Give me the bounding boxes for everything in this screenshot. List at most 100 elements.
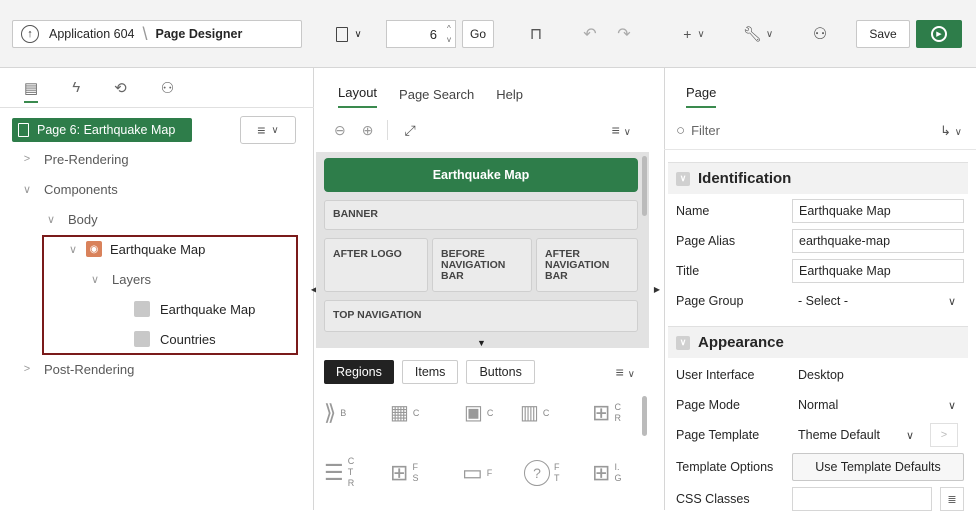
right-splitter[interactable]: ▶ [652, 68, 662, 510]
play-icon: ▶ [931, 26, 947, 42]
tab-page[interactable]: Page [686, 85, 717, 108]
page-icon [336, 26, 349, 42]
tree-item-layers[interactable]: ∨ Layers [88, 264, 151, 294]
region-gallery: ⟫ B ▦ C ▣ C ▥ C ⊞ C R ☰ C T R ⊞ F S ▭ F ? F T ⊞ I.… [316, 392, 649, 510]
gallery-item-interactive-grid[interactable]: ⊞ I. G [592, 460, 621, 486]
title-field[interactable]: Earthquake Map [792, 259, 964, 283]
expand-icon[interactable]: ⤢ [404, 122, 415, 139]
redo-icon[interactable]: ↷ [612, 20, 636, 48]
chevron-down-icon: ∨ [22, 183, 32, 196]
prop-user-interface: User Interface Desktop [668, 360, 964, 390]
tree-item-components[interactable]: ∨ Components [20, 174, 118, 204]
position-after-navigation-bar[interactable]: AFTER NAVIGATION BAR [536, 238, 638, 292]
menu-icon[interactable]: ≡ ∨ [616, 364, 635, 380]
chevron-down-icon: ∨ [905, 429, 914, 442]
page-title-bar[interactable]: Earthquake Map [324, 158, 638, 192]
undo-icon[interactable]: ↶ [578, 20, 602, 48]
chevron-down-icon: ∨ [676, 171, 690, 186]
zoom-out-icon[interactable]: ⊖ [334, 122, 346, 139]
page-number-input[interactable]: 6 ^ v [386, 20, 456, 48]
middle-tabbar: Layout Page Search Help [316, 68, 649, 108]
chevron-right-icon: > [23, 153, 31, 165]
loop-icon[interactable]: ⟲ [114, 79, 127, 97]
tree-item-pre-rendering[interactable]: > Pre-Rendering [20, 144, 129, 174]
gallery-item-cards[interactable]: ▣ C [464, 400, 493, 425]
menu-icon[interactable]: ≡ ∨ [612, 122, 631, 138]
goto-group-icon[interactable]: ↳ ∨ [940, 123, 962, 139]
position-before-navigation-bar[interactable]: BEFORE NAVIGATION BAR [432, 238, 532, 292]
tree-item-post-rendering[interactable]: > Post-Rendering [20, 354, 135, 384]
gallery-item-help-text[interactable]: ? F T [524, 460, 560, 486]
utilities-wrench-icon[interactable]: 🔧︎ ∨ [736, 20, 780, 48]
shared-components-icon[interactable]: ⚇ [806, 20, 834, 48]
stepper-icon[interactable]: ^ v [447, 23, 451, 45]
layout-canvas: Earthquake Map BANNER AFTER LOGO BEFORE … [316, 152, 649, 348]
tab-page-search[interactable]: Page Search [399, 87, 474, 108]
left-tabbar: ▤ ϟ ⟲ ⚇ [0, 68, 314, 108]
share-icon[interactable]: ⚇ [161, 79, 174, 97]
prop-title: Title Earthquake Map [668, 256, 964, 286]
group-identification[interactable]: ∨ Identification [668, 162, 968, 194]
gallery-scrollbar[interactable] [642, 396, 647, 436]
tab-items[interactable]: Items [401, 360, 459, 384]
tab-help[interactable]: Help [496, 87, 523, 108]
lightning-icon[interactable]: ϟ [72, 79, 80, 96]
grid-icon: ⊞ [592, 460, 611, 485]
tab-regions[interactable]: Regions [324, 360, 394, 384]
card-icon: ▣ [464, 402, 483, 424]
chevron-down-icon: ∨ [68, 243, 78, 256]
tree-item-layer-earthquake-map[interactable]: Earthquake Map [134, 294, 255, 324]
chevron-down-icon: ∨ [271, 124, 279, 136]
canvas-scrollbar[interactable] [642, 156, 647, 216]
page-chip[interactable]: Page 6: Earthquake Map [12, 118, 192, 142]
gallery-item-calendar[interactable]: ▦ C [390, 400, 419, 425]
position-top-navigation[interactable]: TOP NAVIGATION [324, 300, 638, 332]
lock-icon[interactable]: ⊓ [522, 20, 550, 48]
layer-icon [134, 301, 150, 317]
use-template-defaults-button[interactable]: Use Template Defaults [792, 453, 964, 481]
tree-menu-button[interactable]: ≡ ∨ [240, 116, 296, 144]
search-icon: ○ [676, 122, 686, 139]
gallery-item-breadcrumb[interactable]: ⟫ B [324, 400, 346, 426]
page-template-select[interactable]: Theme Default ∨ [792, 423, 922, 447]
splitter-handle-down-icon[interactable]: ▼ [477, 338, 486, 348]
position-banner[interactable]: BANNER [324, 200, 638, 230]
gallery-item-faceted-search[interactable]: ⊞ F S [390, 460, 418, 486]
go-button[interactable]: Go [462, 20, 494, 48]
app-breadcrumb: ↑ Application 604 \ Page Designer [12, 20, 302, 48]
name-field[interactable]: Earthquake Map [792, 199, 964, 223]
run-button[interactable]: ▶ [916, 20, 962, 48]
prop-page-mode: Page Mode Normal ∨ [668, 390, 964, 420]
page-type-dropdown[interactable]: ∨ [324, 20, 374, 48]
chevron-down-icon: ∨ [46, 213, 56, 226]
map-pin-icon: ◉ [86, 241, 102, 257]
filter-input[interactable]: Filter [691, 123, 720, 138]
tab-layout[interactable]: Layout [338, 85, 378, 108]
prop-template-options: Template Options Use Template Defaults [668, 452, 964, 482]
up-arrow-icon[interactable]: ↑ [21, 25, 39, 43]
position-after-logo[interactable]: AFTER LOGO [324, 238, 428, 292]
tree-item-body[interactable]: ∨ Body [44, 204, 98, 234]
page-group-select[interactable]: - Select - ∨ [792, 289, 964, 313]
tree-item-earthquake-map-region[interactable]: ∨ ◉ Earthquake Map [66, 234, 205, 264]
page-alias-field[interactable]: earthquake-map [792, 229, 964, 253]
save-button[interactable]: Save [856, 20, 910, 48]
page-mode-select[interactable]: Normal ∨ [792, 393, 964, 417]
gallery-item-classic-report[interactable]: ⊞ C R [592, 400, 621, 426]
tab-buttons[interactable]: Buttons [466, 360, 535, 384]
chevron-down-icon: ∨ [947, 399, 956, 412]
gallery-item-form[interactable]: ▭ F [462, 460, 492, 486]
create-menu-icon[interactable]: + ∨ [672, 20, 716, 48]
list-picker-icon[interactable]: ≣ [940, 487, 964, 511]
app-link[interactable]: Application 604 [49, 27, 134, 41]
layout-toolbar: ⊖ ⊕ ⤢ ≡ ∨ [316, 112, 649, 148]
group-appearance[interactable]: ∨ Appearance [668, 326, 968, 358]
gallery-item-content-row[interactable]: ☰ C T R [324, 456, 354, 489]
zoom-in-icon[interactable]: ⊕ [362, 122, 374, 139]
tree-icon[interactable]: ▤ [24, 79, 39, 103]
go-template-button[interactable]: > [930, 423, 958, 447]
gallery-item-chart[interactable]: ▥ C [520, 400, 549, 425]
tree-item-layer-countries[interactable]: Countries [134, 324, 216, 354]
filter-grid-icon: ⊞ [390, 460, 409, 485]
css-classes-field[interactable] [792, 487, 932, 511]
